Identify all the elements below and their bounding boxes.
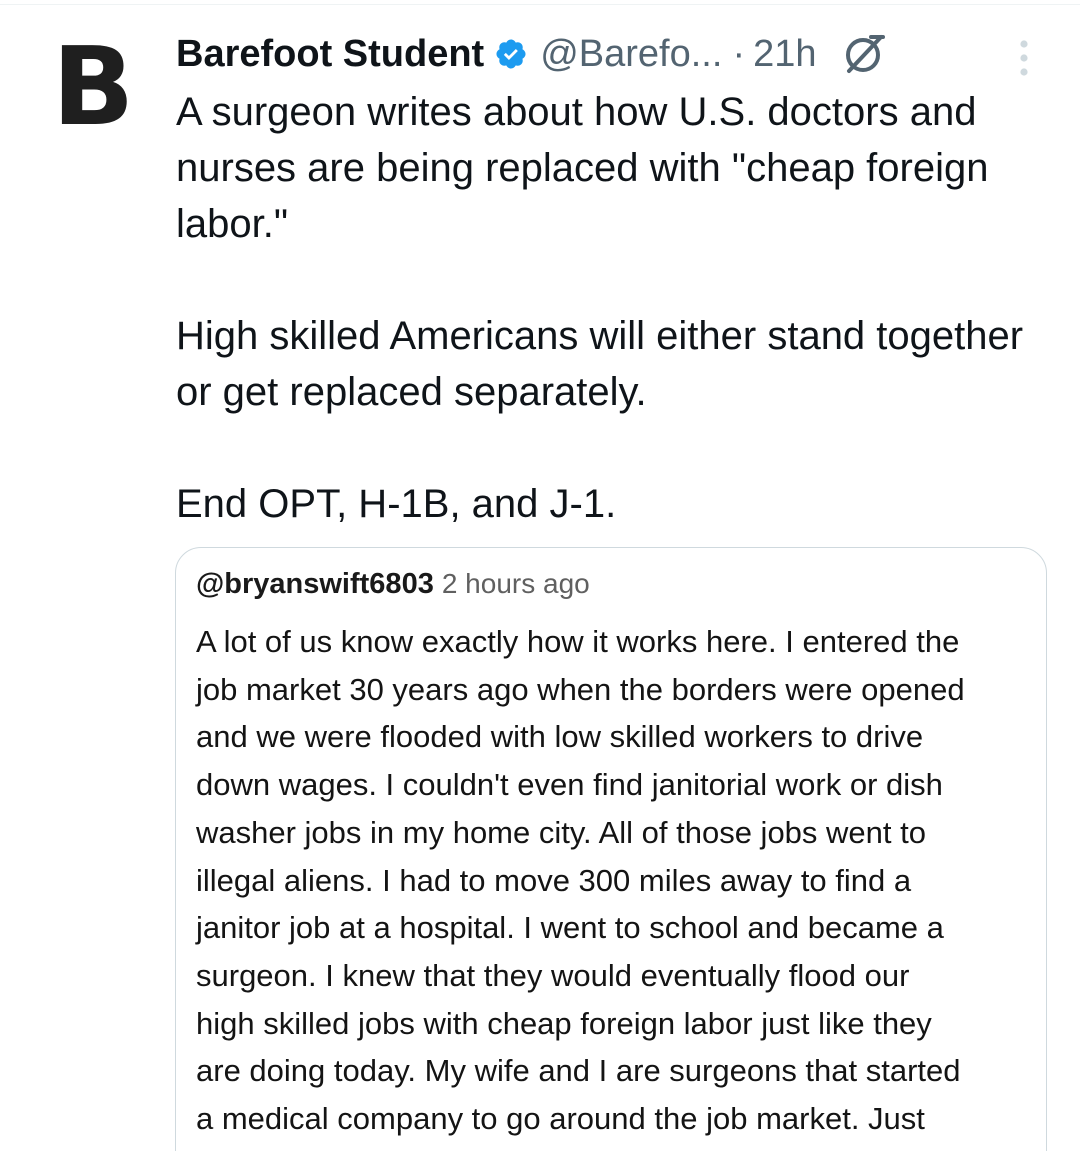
quoted-comment-text: A lot of us know exactly how it works he… — [196, 618, 1036, 1143]
more-options-icon[interactable] — [1012, 36, 1036, 80]
tweet-time[interactable]: 21h — [753, 33, 816, 76]
quoted-comment-line: A lot of us know exactly how it works he… — [196, 624, 960, 659]
quoted-comment-line: washer jobs in my home city. All of thos… — [196, 814, 926, 850]
quoted-comment-line: down wages. I couldn't even find janitor… — [196, 767, 943, 803]
tweet-header: Barefoot Student @Barefo... · 21h — [176, 26, 889, 82]
verified-badge-icon[interactable] — [494, 37, 528, 71]
author-name[interactable]: Barefoot Student — [176, 33, 484, 76]
quoted-comment-line: job market 30 years ago when the borders… — [196, 671, 965, 707]
quoted-comment-line: and we were flooded with low skilled wor… — [196, 719, 924, 755]
quoted-comment-line: surgeon. I knew that they would eventual… — [196, 957, 910, 993]
tweet-paragraph: High skilled Americans will either stand… — [176, 314, 1024, 414]
tweet-paragraph: End OPT, H-1B, and J-1. — [176, 482, 617, 526]
quoted-comment-card[interactable]: @bryanswift6803 2 hours ago A lot of us … — [175, 547, 1047, 1151]
quoted-comment-time: 2 hours ago — [441, 568, 590, 599]
quoted-comment-line: are doing today. My wife and I are surge… — [196, 1053, 961, 1089]
quoted-comment-line: janitor job at a hospital. I went to sch… — [196, 910, 944, 946]
quoted-comment-line: high skilled jobs with cheap foreign lab… — [196, 1005, 932, 1041]
tweet-text: A surgeon writes about how U.S. doctors … — [176, 84, 1056, 532]
separator-dot: · — [732, 32, 746, 75]
author-handle[interactable]: @Barefo... — [540, 33, 722, 76]
grok-icon[interactable] — [841, 31, 889, 77]
quoted-comment-handle: @bryanswift6803 — [196, 568, 434, 600]
avatar[interactable]: B — [52, 25, 140, 150]
quoted-comment-meta: @bryanswift6803 2 hours ago — [196, 568, 590, 601]
quoted-comment-line: illegal aliens. I had to move 300 miles … — [196, 862, 912, 898]
top-divider — [0, 4, 1080, 5]
quoted-comment-line: a medical company to go around the job m… — [196, 1101, 925, 1137]
tweet-paragraph: A surgeon writes about how U.S. doctors … — [176, 90, 989, 246]
tweet-view: B Barefoot Student @Barefo... · 21h A su… — [0, 0, 1080, 1151]
avatar-letter: B — [52, 25, 134, 150]
